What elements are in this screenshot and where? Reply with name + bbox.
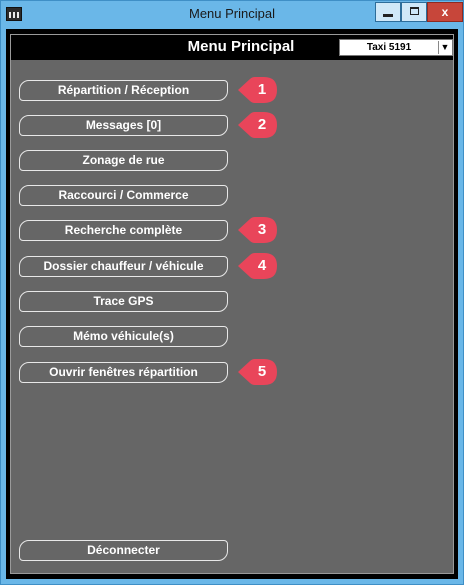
chevron-down-icon[interactable]: ▼ [438, 41, 451, 54]
minimize-button[interactable] [375, 2, 401, 22]
callout-badge: 1 [238, 76, 278, 104]
client-area: Menu Principal Taxi 5191 ▼ Répartition /… [6, 29, 458, 579]
callout-number: 1 [257, 81, 267, 98]
callout-number: 3 [257, 221, 267, 238]
menu-button[interactable]: Raccourci / Commerce [19, 185, 228, 206]
callout-badge: 3 [238, 216, 278, 244]
callout-number: 2 [257, 116, 267, 133]
close-icon: x [441, 5, 449, 19]
app-window: Menu Principal x Menu Principal Taxi 519… [0, 0, 464, 585]
callout-badge: 2 [238, 111, 278, 139]
maximize-icon [409, 7, 419, 15]
header-bar: Menu Principal Taxi 5191 ▼ [11, 35, 453, 60]
page-title: Menu Principal [187, 38, 295, 55]
menu-button[interactable]: Mémo véhicule(s) [19, 326, 228, 347]
menu-button[interactable]: Messages [0] [19, 115, 228, 136]
callout-number: 5 [257, 363, 267, 380]
menu-button[interactable]: Ouvrir fenêtres répartition [19, 362, 228, 383]
menu-panel: Menu Principal Taxi 5191 ▼ Répartition /… [10, 34, 454, 574]
callout-badge: 5 [238, 358, 278, 386]
menu-button[interactable]: Recherche complète [19, 220, 228, 241]
menu-button[interactable]: Trace GPS [19, 291, 228, 312]
minimize-icon [383, 14, 393, 17]
maximize-button[interactable] [401, 2, 427, 22]
menu-button[interactable]: Répartition / Réception [19, 80, 228, 101]
menu-button[interactable]: Zonage de rue [19, 150, 228, 171]
callout-badge: 4 [238, 252, 278, 280]
vehicle-select-value: Taxi 5191 [366, 42, 412, 53]
menu-button[interactable]: Dossier chauffeur / véhicule [19, 256, 228, 277]
title-bar: Menu Principal x [1, 1, 463, 28]
callout-number: 4 [257, 257, 267, 274]
vehicle-select[interactable]: Taxi 5191 ▼ [339, 39, 453, 56]
logout-button[interactable]: Déconnecter [19, 540, 228, 561]
close-button[interactable]: x [427, 2, 463, 22]
